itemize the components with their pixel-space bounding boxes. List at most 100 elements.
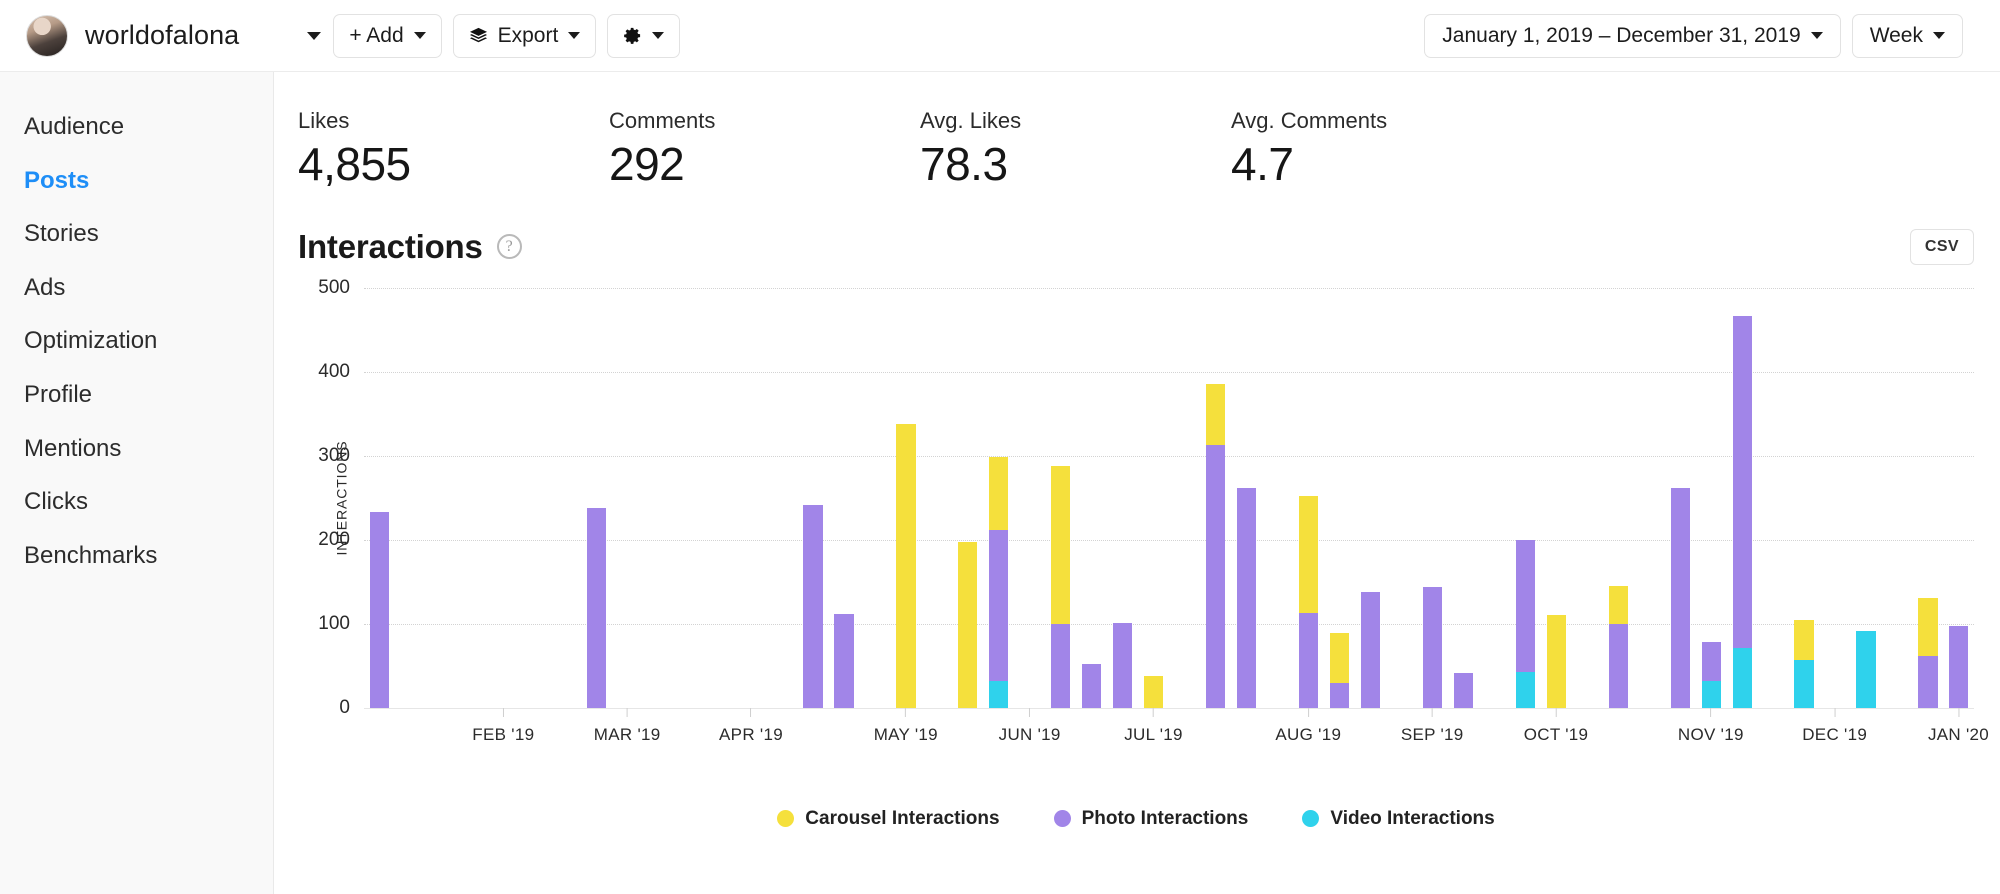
chart-week-column[interactable] [1200, 288, 1231, 708]
chart-week-column[interactable] [1665, 288, 1696, 708]
chart-week-column[interactable] [1696, 288, 1727, 708]
chart-week-column[interactable] [1448, 288, 1479, 708]
bar-segment-photo[interactable] [369, 511, 390, 708]
bar-segment-photo[interactable] [1298, 612, 1319, 708]
sidebar-item-profile[interactable]: Profile [0, 368, 273, 422]
chart-week-column[interactable] [1417, 288, 1448, 708]
bar-segment-photo[interactable] [834, 614, 854, 708]
chart-week-column[interactable] [1510, 288, 1541, 708]
bar-segment-carousel[interactable] [1329, 632, 1350, 684]
chart-week-column[interactable] [705, 288, 736, 708]
bar-segment-photo[interactable] [586, 507, 606, 708]
date-range-picker[interactable]: January 1, 2019 – December 31, 2019 [1424, 13, 1841, 58]
chart-week-column[interactable] [1851, 288, 1882, 708]
bar-segment-video[interactable] [1515, 672, 1535, 708]
chart-week-column[interactable] [519, 288, 550, 708]
chart-week-column[interactable] [1045, 288, 1076, 708]
chart-week-column[interactable] [798, 288, 829, 708]
bar-segment-carousel[interactable] [1546, 615, 1566, 708]
bar-segment-carousel[interactable] [1918, 598, 1938, 657]
bar-segment-photo[interactable] [1422, 587, 1443, 708]
bar-segment-carousel[interactable] [896, 423, 916, 708]
bar-segment-video[interactable] [1856, 631, 1876, 708]
sidebar-item-benchmarks[interactable]: Benchmarks [0, 529, 273, 583]
export-button[interactable]: Export [452, 13, 597, 58]
sidebar-item-optimization[interactable]: Optimization [0, 314, 273, 368]
bar-segment-video[interactable] [989, 681, 1009, 708]
chart-week-column[interactable] [829, 288, 860, 708]
chart-week-column[interactable] [767, 288, 798, 708]
chart-week-column[interactable] [1231, 288, 1262, 708]
chart-week-column[interactable] [426, 288, 457, 708]
chart-week-column[interactable] [1603, 288, 1634, 708]
bar-segment-photo[interactable] [1113, 622, 1133, 708]
chart-week-column[interactable] [457, 288, 488, 708]
bar-segment-photo[interactable] [1701, 642, 1721, 682]
sidebar-item-mentions[interactable]: Mentions [0, 422, 273, 476]
bar-segment-carousel[interactable] [1051, 465, 1071, 624]
bar-segment-photo[interactable] [1732, 316, 1752, 648]
chart-week-column[interactable] [1789, 288, 1820, 708]
chart-week-column[interactable] [1943, 288, 1974, 708]
chart-week-column[interactable] [1324, 288, 1355, 708]
chart-week-column[interactable] [581, 288, 612, 708]
chart-week-column[interactable] [550, 288, 581, 708]
sidebar-item-stories[interactable]: Stories [0, 207, 273, 261]
sidebar-item-ads[interactable]: Ads [0, 261, 273, 315]
bar-segment-carousel[interactable] [1298, 495, 1319, 613]
chart-week-column[interactable] [921, 288, 952, 708]
sidebar-item-posts[interactable]: Posts [0, 154, 273, 208]
add-button[interactable]: + Add [333, 13, 442, 58]
bar-segment-photo[interactable] [1237, 488, 1257, 708]
chart-week-column[interactable] [1355, 288, 1386, 708]
sidebar-item-audience[interactable]: Audience [0, 100, 273, 154]
bar-segment-photo[interactable] [1082, 663, 1102, 708]
bar-segment-carousel[interactable] [1794, 620, 1814, 660]
bar-segment-photo[interactable] [1206, 445, 1226, 708]
chart-week-column[interactable] [1386, 288, 1417, 708]
bar-segment-carousel[interactable] [1206, 384, 1226, 446]
chart-week-column[interactable] [612, 288, 643, 708]
legend-item[interactable]: Video Interactions [1302, 808, 1495, 830]
chart-week-column[interactable] [1262, 288, 1293, 708]
chart-week-column[interactable] [983, 288, 1014, 708]
bar-segment-carousel[interactable] [1144, 675, 1164, 708]
bar-segment-carousel[interactable] [1608, 585, 1628, 625]
bar-segment-photo[interactable] [1329, 683, 1350, 708]
chart-week-column[interactable] [1727, 288, 1758, 708]
chart-week-column[interactable] [1634, 288, 1665, 708]
bar-segment-carousel[interactable] [989, 457, 1009, 531]
bar-segment-photo[interactable] [1453, 673, 1473, 708]
sidebar-item-clicks[interactable]: Clicks [0, 475, 273, 529]
chart-week-column[interactable] [364, 288, 395, 708]
chart-week-column[interactable] [1758, 288, 1789, 708]
chart-week-column[interactable] [952, 288, 983, 708]
account-switcher[interactable]: worldofalona [26, 14, 239, 57]
chart-week-column[interactable] [1479, 288, 1510, 708]
bar-segment-photo[interactable] [803, 505, 823, 708]
bar-segment-photo[interactable] [1670, 488, 1690, 708]
chart-week-column[interactable] [1293, 288, 1324, 708]
bar-segment-video[interactable] [1732, 647, 1752, 708]
chart-week-column[interactable] [1541, 288, 1572, 708]
bar-segment-photo[interactable] [1515, 539, 1535, 673]
chart-week-column[interactable] [860, 288, 891, 708]
bar-segment-photo[interactable] [1949, 626, 1969, 708]
chart-week-column[interactable] [736, 288, 767, 708]
csv-export-button[interactable]: CSV [1909, 228, 1974, 265]
chart-week-column[interactable] [674, 288, 705, 708]
bar-segment-photo[interactable] [1918, 656, 1938, 708]
chart-week-column[interactable] [1912, 288, 1943, 708]
legend-item[interactable]: Photo Interactions [1053, 808, 1248, 830]
chart-week-column[interactable] [1572, 288, 1603, 708]
chart-week-column[interactable] [1014, 288, 1045, 708]
chart-week-column[interactable] [890, 288, 921, 708]
bar-segment-video[interactable] [1794, 659, 1814, 708]
bar-segment-video[interactable] [1701, 681, 1721, 708]
chart-week-column[interactable] [1107, 288, 1138, 708]
question-mark-icon[interactable]: ? [496, 234, 522, 259]
bar-segment-photo[interactable] [1608, 624, 1628, 708]
chart-week-column[interactable] [488, 288, 519, 708]
bar-segment-photo[interactable] [1051, 623, 1071, 708]
chart-week-column[interactable] [1881, 288, 1912, 708]
